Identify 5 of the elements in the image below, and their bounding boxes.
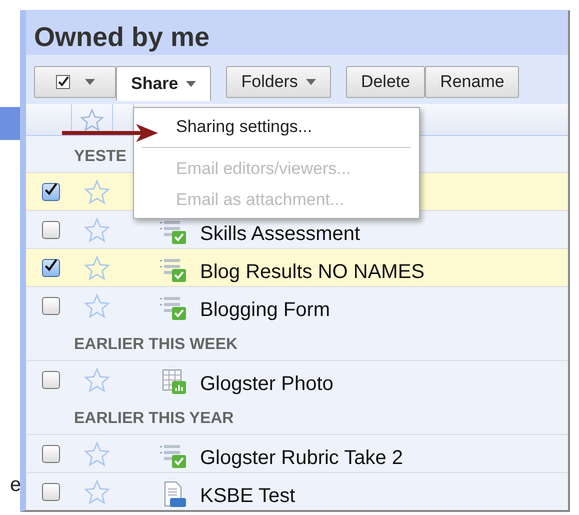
group-heading: EARLIER THIS YEAR [74,410,234,428]
group-heading: YESTE [74,148,126,166]
group-heading: EARLIER THIS WEEK [74,336,238,354]
page-title: Owned by me [26,11,568,56]
background-text: e [10,475,20,495]
